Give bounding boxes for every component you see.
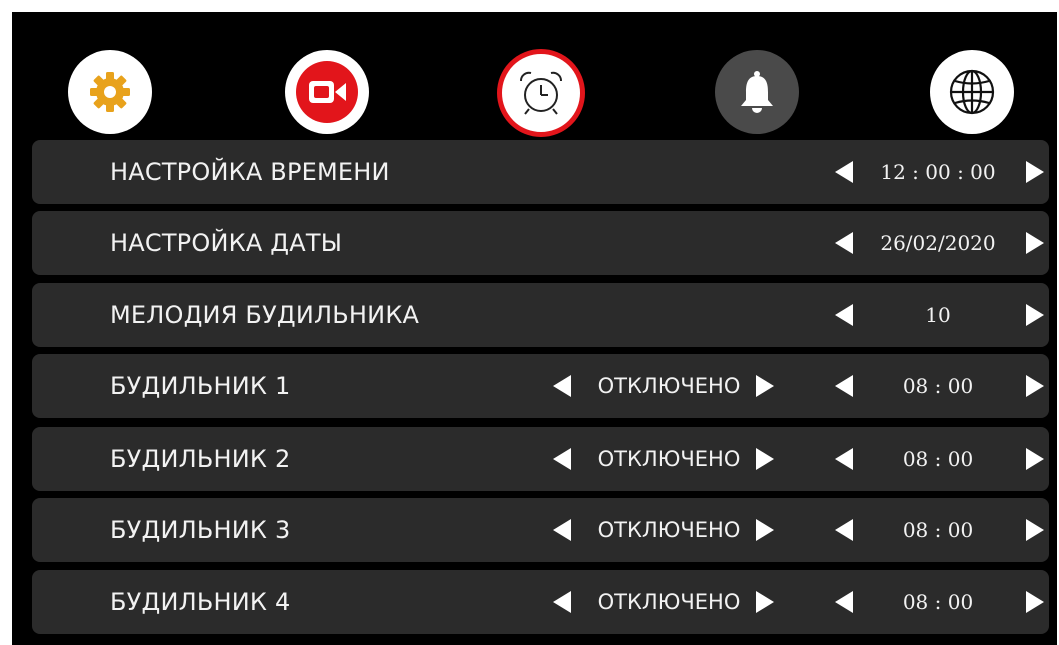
alarm-tab[interactable] xyxy=(497,49,585,137)
alarm-state-prev-arrow[interactable] xyxy=(553,375,571,397)
date-setting-label: НАСТРОЙКА ДАТЫ xyxy=(110,229,343,257)
alarm-label: БУДИЛЬНИК 4 xyxy=(110,588,291,616)
alarm-label: БУДИЛЬНИК 1 xyxy=(110,372,291,400)
melody-increase-arrow[interactable] xyxy=(1026,304,1044,326)
alarm-time-decrease-arrow[interactable] xyxy=(835,448,853,470)
alarm-time-value: 08 : 00 xyxy=(902,374,974,398)
alarm-row-2[interactable]: БУДИЛЬНИК 2 ОТКЛЮЧЕНО 08 : 00 xyxy=(32,427,1049,491)
time-setting-row[interactable]: НАСТРОЙКА ВРЕМЕНИ 12 : 00 : 00 xyxy=(32,140,1049,204)
notifications-tab[interactable] xyxy=(715,50,799,134)
time-setting-label: НАСТРОЙКА ВРЕМЕНИ xyxy=(110,158,390,186)
alarm-state-prev-arrow[interactable] xyxy=(553,591,571,613)
alarm-time-decrease-arrow[interactable] xyxy=(835,375,853,397)
date-decrease-arrow[interactable] xyxy=(835,232,853,254)
alarm-time-decrease-arrow[interactable] xyxy=(835,519,853,541)
alarm-time-increase-arrow[interactable] xyxy=(1026,519,1044,541)
globe-icon xyxy=(947,67,997,117)
time-increase-arrow[interactable] xyxy=(1026,161,1044,183)
language-tab[interactable] xyxy=(930,50,1014,134)
alarm-time-value: 08 : 00 xyxy=(902,447,974,471)
bell-icon xyxy=(737,70,777,114)
time-value: 12 : 00 : 00 xyxy=(880,160,996,184)
alarm-time-value: 08 : 00 xyxy=(902,518,974,542)
alarm-time-increase-arrow[interactable] xyxy=(1026,591,1044,613)
alarm-label: БУДИЛЬНИК 2 xyxy=(110,445,291,473)
alarm-state-next-arrow[interactable] xyxy=(756,448,774,470)
alarm-label: БУДИЛЬНИК 3 xyxy=(110,516,291,544)
alarm-state-value: ОТКЛЮЧЕНО xyxy=(597,447,741,471)
alarm-state-next-arrow[interactable] xyxy=(756,375,774,397)
alarm-row-1[interactable]: БУДИЛЬНИК 1 ОТКЛЮЧЕНО 08 : 00 xyxy=(32,354,1049,418)
alarm-time-increase-arrow[interactable] xyxy=(1026,448,1044,470)
alarm-state-next-arrow[interactable] xyxy=(756,519,774,541)
settings-tab[interactable] xyxy=(68,50,152,134)
melody-value: 10 xyxy=(925,303,951,327)
time-decrease-arrow[interactable] xyxy=(835,161,853,183)
alarm-state-value: ОТКЛЮЧЕНО xyxy=(597,518,741,542)
alarm-melody-row[interactable]: МЕЛОДИЯ БУДИЛЬНИКА 10 xyxy=(32,283,1049,347)
date-increase-arrow[interactable] xyxy=(1026,232,1044,254)
alarm-clock-icon xyxy=(515,67,567,119)
alarm-state-value: ОТКЛЮЧЕНО xyxy=(597,590,741,614)
alarm-melody-label: МЕЛОДИЯ БУДИЛЬНИКА xyxy=(110,301,420,329)
gear-icon xyxy=(88,70,132,114)
alarm-row-3[interactable]: БУДИЛЬНИК 3 ОТКЛЮЧЕНО 08 : 00 xyxy=(32,498,1049,562)
alarm-row-4[interactable]: БУДИЛЬНИК 4 ОТКЛЮЧЕНО 08 : 00 xyxy=(32,570,1049,634)
alarm-state-value: ОТКЛЮЧЕНО xyxy=(597,374,741,398)
alarm-state-prev-arrow[interactable] xyxy=(553,519,571,541)
date-value: 26/02/2020 xyxy=(880,231,996,255)
alarm-time-decrease-arrow[interactable] xyxy=(835,591,853,613)
alarm-state-prev-arrow[interactable] xyxy=(553,448,571,470)
settings-screen: НАСТРОЙКА ВРЕМЕНИ 12 : 00 : 00 НАСТРОЙКА… xyxy=(12,12,1057,645)
alarm-state-next-arrow[interactable] xyxy=(756,591,774,613)
alarm-time-increase-arrow[interactable] xyxy=(1026,375,1044,397)
date-setting-row[interactable]: НАСТРОЙКА ДАТЫ 26/02/2020 xyxy=(32,211,1049,275)
video-tab[interactable] xyxy=(285,50,369,134)
alarm-time-value: 08 : 00 xyxy=(902,590,974,614)
category-toolbar xyxy=(12,12,1057,144)
melody-decrease-arrow[interactable] xyxy=(835,304,853,326)
video-camera-icon xyxy=(294,59,360,125)
